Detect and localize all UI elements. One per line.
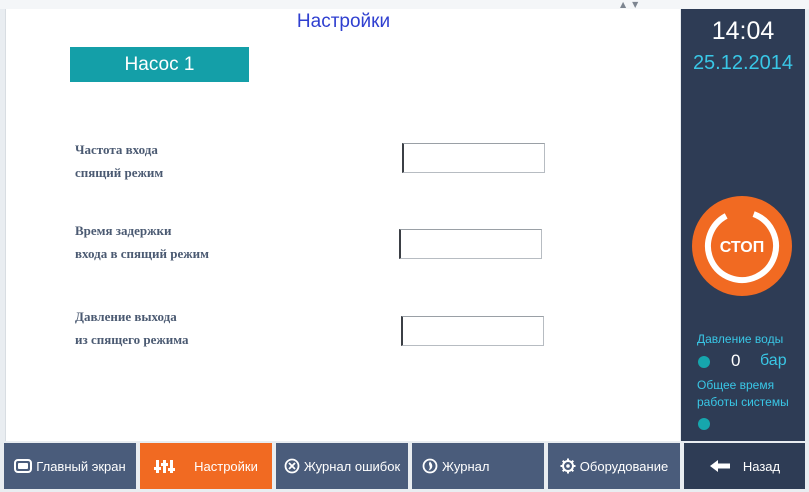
stop-button[interactable]: СТОП xyxy=(691,195,793,297)
nav-equipment-label: Оборудование xyxy=(579,458,669,474)
sleep-frequency-input[interactable] xyxy=(402,143,545,173)
runtime-label: Общее время работы системы xyxy=(697,377,805,411)
nav-back-button[interactable]: Назад xyxy=(684,443,805,489)
nav-error-log-label: Журнал ошибок xyxy=(303,458,401,474)
scroll-down-icon[interactable]: ▼ xyxy=(632,0,638,9)
pressure-indicator xyxy=(698,356,710,368)
param-label-line: Время задержки xyxy=(75,223,172,238)
pump-label: Насос 1 xyxy=(70,47,249,82)
scroll-up-icon[interactable]: ▲ xyxy=(620,0,626,9)
scroll-arrows[interactable]: ▲ ▼ xyxy=(620,0,650,9)
sleep-delay-input[interactable] xyxy=(399,229,542,259)
runtime-label-line: работы системы xyxy=(697,395,789,409)
param-label-sleep-frequency: Частота входа спящий режим xyxy=(75,138,163,184)
param-label-line: Частота входа xyxy=(75,142,158,157)
top-strip: ▲ ▼ xyxy=(0,0,809,9)
runtime-label-line: Общее время xyxy=(697,378,775,392)
journal-icon xyxy=(422,458,438,474)
arrow-left-icon xyxy=(709,459,731,473)
pressure-value: 0 xyxy=(731,351,741,370)
nav-log-button[interactable]: Журнал xyxy=(412,443,544,489)
stop-icon: СТОП xyxy=(692,196,792,296)
nav-settings-button[interactable]: Настройки xyxy=(140,443,272,489)
stop-label: СТОП xyxy=(720,239,764,256)
nav-equipment-button[interactable]: Оборудование xyxy=(548,443,680,489)
pressure-unit: бар xyxy=(760,352,787,369)
app-window: ▲ ▼ Настройки Насос 1 Частота входа спящ… xyxy=(0,0,809,492)
wake-pressure-input[interactable] xyxy=(401,316,544,346)
nav-settings-label: Настройки xyxy=(194,458,258,474)
gear-icon xyxy=(560,458,576,474)
clock-date: 25.12.2014 xyxy=(692,52,794,74)
nav-main-screen-button[interactable]: Главный экран xyxy=(4,443,136,489)
clock-time: 14:04 xyxy=(711,17,775,45)
nav-log-label: Журнал xyxy=(442,458,490,474)
param-label-line: Давление выхода xyxy=(75,309,177,324)
bottom-nav: Главный экран Настройки Журнал ошибок Жу… xyxy=(0,441,809,492)
main-panel: Настройки Насос 1 Частота входа спящий р… xyxy=(5,9,680,441)
param-label-line: из спящего режима xyxy=(75,332,189,347)
status-panel: 14:04 25.12.2014 СТОП Давление воды 0 ба… xyxy=(681,9,805,441)
nav-error-log-button[interactable]: Журнал ошибок xyxy=(276,443,408,489)
nav-main-screen-label: Главный экран xyxy=(36,458,126,474)
runtime-indicator xyxy=(698,418,710,430)
sliders-icon xyxy=(154,458,176,474)
param-label-wake-pressure: Давление выхода из спящего режима xyxy=(75,305,189,351)
monitor-icon xyxy=(14,459,33,473)
pressure-label: Давление воды xyxy=(697,332,784,346)
error-circle-icon xyxy=(284,458,300,474)
param-label-sleep-delay: Время задержки входа в спящий режим xyxy=(75,219,209,265)
param-label-line: входа в спящий режим xyxy=(75,246,210,261)
page-title: Настройки xyxy=(296,11,391,32)
nav-back-label: Назад xyxy=(742,458,781,474)
param-label-line: спящий режим xyxy=(75,165,164,180)
